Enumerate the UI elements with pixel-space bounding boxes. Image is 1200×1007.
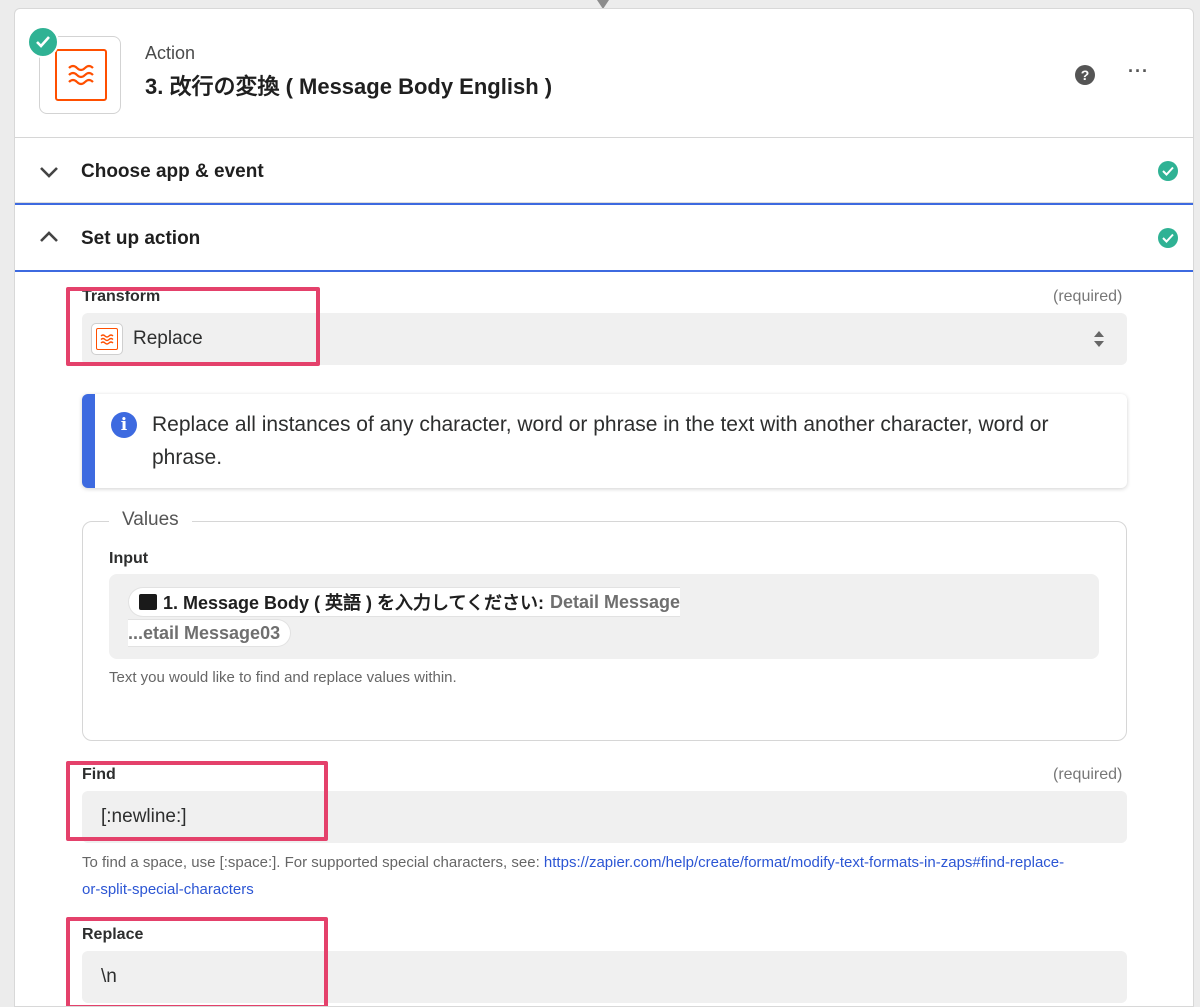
input-help-text: Text you would like to find and replace … bbox=[109, 669, 457, 686]
values-fieldset: Values Input 1. Message Body ( 英語 ) を入力し… bbox=[82, 509, 1127, 741]
more-options-icon[interactable]: ··· bbox=[1128, 61, 1149, 82]
info-text: Replace all instances of any character, … bbox=[152, 413, 1049, 469]
select-updown-icon bbox=[1094, 331, 1104, 347]
section-title-choose: Choose app & event bbox=[81, 161, 264, 182]
step-complete-check-icon bbox=[27, 26, 59, 58]
token-step-label: 1. Message Body ( 英語 ) を入力してください: bbox=[163, 593, 544, 613]
input-field[interactable]: 1. Message Body ( 英語 ) を入力してください: Detail… bbox=[109, 574, 1099, 659]
values-legend: Values bbox=[109, 509, 192, 531]
find-input[interactable]: [:newline:] bbox=[82, 791, 1127, 843]
find-required-label: (required) bbox=[1053, 766, 1123, 783]
find-input-value: [:newline:] bbox=[101, 806, 187, 827]
input-token-continuation[interactable]: ...etail Message03 bbox=[128, 619, 292, 647]
replace-label: Replace bbox=[82, 926, 144, 943]
token-field-label-end: ...etail Message03 bbox=[128, 622, 281, 643]
step-header: Action 3. 改行の変換 ( Message Body English )… bbox=[15, 9, 1193, 138]
info-icon: i bbox=[111, 412, 137, 438]
help-icon[interactable]: ? bbox=[1075, 65, 1095, 85]
step-type-label: Action bbox=[145, 43, 196, 63]
section-title-setup: Set up action bbox=[81, 228, 201, 249]
find-help-text: To find a space, use [:space:]. For supp… bbox=[82, 849, 1072, 903]
chevron-up-icon bbox=[40, 231, 58, 242]
transform-label: Transform bbox=[82, 288, 161, 305]
section-complete-check-icon bbox=[1158, 228, 1178, 248]
transform-select[interactable]: Replace bbox=[82, 313, 1127, 365]
token-field-label: Detail Message bbox=[549, 591, 681, 612]
section-complete-check-icon bbox=[1158, 161, 1178, 181]
input-token[interactable]: 1. Message Body ( 英語 ) を入力してください: Detail… bbox=[128, 587, 681, 617]
formatter-icon bbox=[55, 49, 107, 101]
step-title[interactable]: 3. 改行の変換 ( Message Body English ) bbox=[145, 69, 552, 101]
section-choose-app-event[interactable]: Choose app & event bbox=[15, 139, 1193, 203]
transform-info-callout: i Replace all instances of any character… bbox=[82, 394, 1127, 488]
find-label: Find bbox=[82, 766, 116, 783]
action-step-panel: Action 3. 改行の変換 ( Message Body English )… bbox=[14, 8, 1194, 1007]
replace-input-value: \n bbox=[101, 966, 117, 987]
app-logo-icon bbox=[139, 594, 157, 610]
chevron-down-icon bbox=[40, 167, 58, 178]
input-label: Input bbox=[109, 550, 149, 567]
transform-select-value: Replace bbox=[133, 328, 203, 349]
section-set-up-action[interactable]: Set up action bbox=[15, 203, 1193, 272]
find-help-prefix: To find a space, use [:space:]. For supp… bbox=[82, 854, 544, 871]
formatter-icon bbox=[91, 323, 123, 355]
transform-required-label: (required) bbox=[1053, 288, 1123, 305]
replace-input[interactable]: \n bbox=[82, 951, 1127, 1003]
